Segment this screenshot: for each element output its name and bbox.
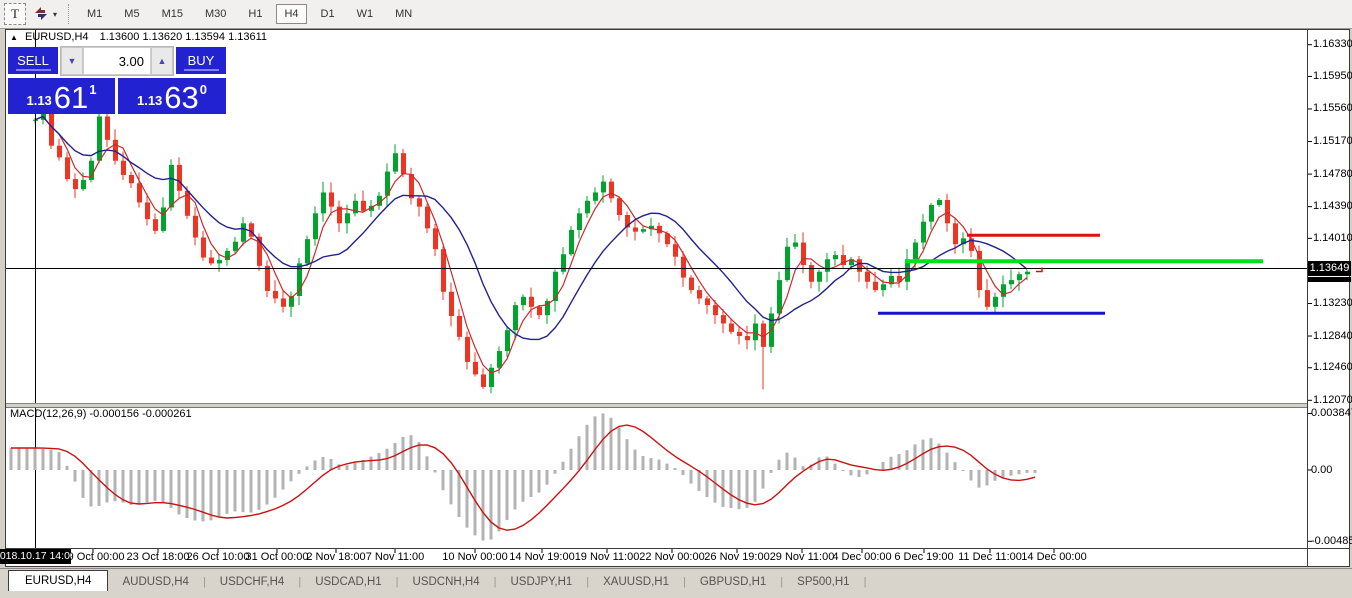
toolbar-separator [68, 4, 70, 24]
sell-underline [16, 69, 51, 71]
buy-button[interactable]: BUY [176, 47, 226, 74]
volume-stepper: ▼ 3.00 ▲ [60, 46, 174, 76]
timeframe-buttons: M1 M5 M15 M30 H1 H4 D1 W1MN [76, 4, 423, 24]
chart-title-symbol: EURUSD,H4 [25, 31, 89, 43]
tab-usdcnh-h4[interactable]: USDCNH,H4 [399, 573, 494, 591]
chart-title-ohlc: 1.13600 1.13620 1.13594 1.13611 [100, 31, 267, 43]
tab-usdcad-h1[interactable]: USDCAD,H1 [301, 573, 395, 591]
chart-title: ▲ EURUSD,H4 1.13600 1.13620 1.13594 1.13… [10, 31, 267, 43]
time-axis-label: 29 Nov 11:00 [770, 551, 835, 563]
tab-sp500-h1[interactable]: SP500,H1 [783, 573, 863, 591]
timeframe-button-d1[interactable]: D1 [313, 4, 343, 24]
volume-decrease-button[interactable]: ▼ [61, 47, 83, 75]
time-axis-label: 14 Dec 00:00 [1021, 551, 1086, 563]
price-axis-label: 1.12070 [1313, 394, 1352, 406]
buy-button-label: BUY [188, 53, 215, 68]
time-axis-label: 23 Oct 18:00 [127, 551, 190, 563]
tab-usdjpy-h1[interactable]: USDJPY,H1 [496, 573, 586, 591]
text-label-tool-icon[interactable]: T [4, 3, 26, 25]
price-axis-label: 1.16330 [1313, 38, 1352, 50]
collapse-triangle-icon[interactable]: ▲ [10, 33, 18, 42]
one-click-trading-panel: SELL ▼ 3.00 ▲ BUY 1.13 61 1 1.13 63 0 [8, 46, 226, 114]
time-axis-label: 19 Nov 11:00 [575, 551, 640, 563]
tab-usdchf-h4[interactable]: USDCHF,H4 [206, 573, 299, 591]
volume-input[interactable]: 3.00 [83, 47, 151, 75]
price-axis-label: 1.13230 [1313, 297, 1352, 309]
sell-button-label: SELL [17, 53, 49, 68]
buy-price-small: 1.13 [137, 93, 162, 108]
pane-splitter[interactable] [6, 403, 1307, 408]
time-axis-label: 4 Dec 00:00 [832, 551, 891, 563]
timeframe-button-m1[interactable]: M1 [79, 4, 110, 24]
price-axis-label: 1.15170 [1313, 135, 1352, 147]
buy-price-sup: 0 [200, 82, 207, 97]
time-axis-label: 31 Oct 00:00 [246, 551, 309, 563]
time-axis-label: 10 Nov 00:00 [442, 551, 507, 563]
timeframe-button-m15[interactable]: M15 [154, 4, 191, 24]
crosshair-time-tag: 2018.10.17 14:00 [0, 549, 71, 564]
time-axis-label: 26 Oct 10:00 [187, 551, 250, 563]
sell-price-sup: 1 [89, 82, 96, 97]
time-axis-label: 14 Nov 19:00 [509, 551, 574, 563]
time-axis-label: 11 Dec 11:00 [958, 551, 1022, 563]
time-axis-label: 22 Nov 00:00 [639, 551, 704, 563]
macd-axis-label: 0.00 [1311, 464, 1332, 476]
bottom-strip [0, 590, 1352, 598]
timeframe-button-h1[interactable]: H1 [240, 4, 270, 24]
price-axis-border [1307, 30, 1308, 567]
buy-underline [184, 69, 219, 71]
tab-eurusd-h4[interactable]: EURUSD,H4 [8, 570, 108, 591]
price-axis-label: 1.15560 [1313, 102, 1352, 114]
dropdown-caret-icon[interactable]: ▾ [53, 10, 57, 19]
price-axis-label: 1.14780 [1313, 168, 1352, 180]
sell-button[interactable]: SELL [8, 47, 58, 74]
tab-separator: | [864, 576, 867, 591]
current-price-tag: 1.13649 [1308, 261, 1351, 276]
timeframe-button-w1[interactable]: W1 [349, 4, 382, 24]
time-axis-label: 6 Dec 19:00 [894, 551, 953, 563]
macd-axis-label: -0.004856 [1311, 535, 1352, 547]
sell-price-display[interactable]: 1.13 61 1 [8, 78, 115, 114]
time-axis-label: 7 Nov 11:00 [366, 551, 425, 563]
timeframe-button-m30[interactable]: M30 [197, 4, 234, 24]
arrows-tool-icon[interactable]: ▾ [30, 4, 60, 24]
arrows-glyph [33, 6, 51, 22]
price-axis-label: 1.14010 [1313, 232, 1352, 244]
toolbar: T ▾ M1 M5 M15 M30 H1 H4 D1 W1MN [0, 0, 1352, 29]
price-axis-label: 1.12840 [1313, 330, 1352, 342]
macd-indicator-label: MACD(12,26,9) -0.000156 -0.000261 [10, 408, 192, 420]
price-axis-label: 1.12460 [1313, 361, 1352, 373]
tab-xauusd-h1[interactable]: XAUUSD,H1 [589, 573, 683, 591]
timeframe-button-m5[interactable]: M5 [116, 4, 147, 24]
price-axis-label: 1.15950 [1313, 70, 1352, 82]
symbol-tab-bar: EURUSD,H4AUDUSD,H4|USDCHF,H4|USDCAD,H1|U… [0, 568, 1352, 591]
buy-price-big: 63 [164, 85, 198, 111]
tab-audusd-h4[interactable]: AUDUSD,H4 [108, 573, 202, 591]
price-tag-partial [1308, 277, 1351, 282]
sell-price-big: 61 [54, 85, 88, 111]
time-axis-border [6, 548, 1350, 549]
timeframe-button-h4[interactable]: H4 [276, 4, 306, 24]
time-axis-label: 26 Nov 19:00 [704, 551, 769, 563]
time-axis-label: 2 Nov 18:00 [306, 551, 365, 563]
tab-gbpusd-h1[interactable]: GBPUSD,H1 [686, 573, 780, 591]
buy-price-display[interactable]: 1.13 63 0 [118, 78, 226, 114]
macd-axis-label: 0.003847 [1311, 407, 1352, 419]
volume-increase-button[interactable]: ▲ [151, 47, 173, 75]
timeframe-button-mn[interactable]: MN [387, 4, 420, 24]
sell-price-small: 1.13 [26, 93, 51, 108]
price-axis-label: 1.14390 [1313, 200, 1352, 212]
mt4-chart-window: T ▾ M1 M5 M15 M30 H1 H4 D1 W1MN ▲ EURUSD,H4 1.1… [0, 0, 1352, 598]
